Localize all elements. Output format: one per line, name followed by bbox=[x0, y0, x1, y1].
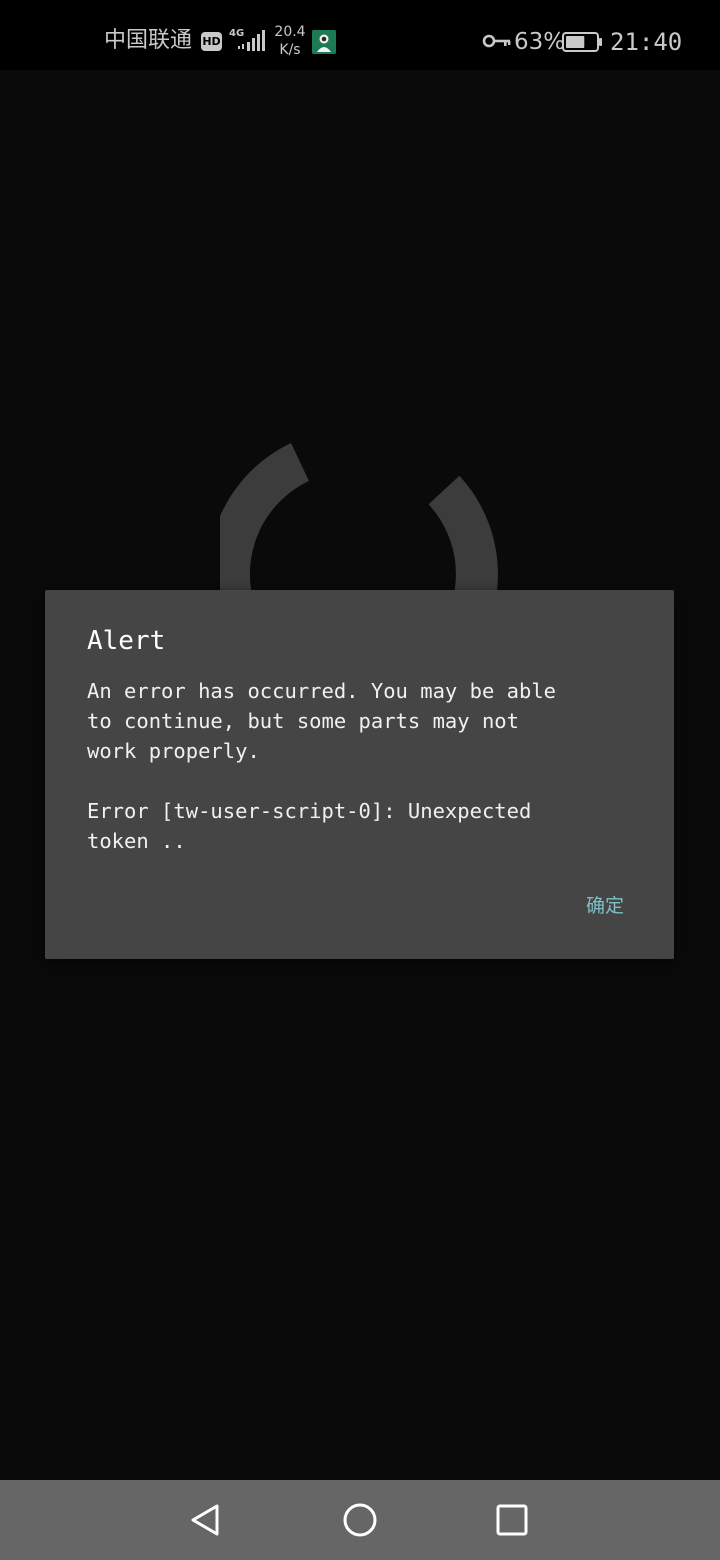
signal-icon bbox=[238, 30, 265, 51]
dialog-title: Alert bbox=[87, 626, 166, 656]
battery-icon bbox=[562, 32, 602, 52]
navigation-bar bbox=[0, 1480, 720, 1560]
battery-percent: 63% bbox=[514, 29, 566, 55]
ok-button[interactable]: 确定 bbox=[586, 892, 624, 920]
hd-icon: HD bbox=[201, 32, 222, 51]
net-speed-unit: K/s bbox=[279, 42, 301, 58]
clock: 21:40 bbox=[610, 28, 683, 56]
back-icon[interactable] bbox=[184, 1500, 228, 1544]
app-screen: 中国联通 HD 4G 20.4 K/s 63% 21:40 Alert An e… bbox=[0, 0, 720, 1560]
dialog-message: An error has occurred. You may be able t… bbox=[87, 679, 556, 853]
net-speed-value: 20.4 bbox=[274, 24, 306, 40]
app-notification-icon bbox=[312, 30, 336, 54]
carrier-name: 中国联通 bbox=[104, 28, 193, 53]
home-icon[interactable] bbox=[338, 1500, 382, 1544]
net-speed: 20.4 K/s bbox=[272, 23, 308, 59]
status-bar: 中国联通 HD 4G 20.4 K/s 63% 21:40 bbox=[0, 0, 720, 70]
vpn-key-icon bbox=[482, 34, 511, 48]
recents-icon[interactable] bbox=[490, 1500, 534, 1544]
alert-dialog: Alert An error has occurred. You may be … bbox=[45, 590, 674, 959]
